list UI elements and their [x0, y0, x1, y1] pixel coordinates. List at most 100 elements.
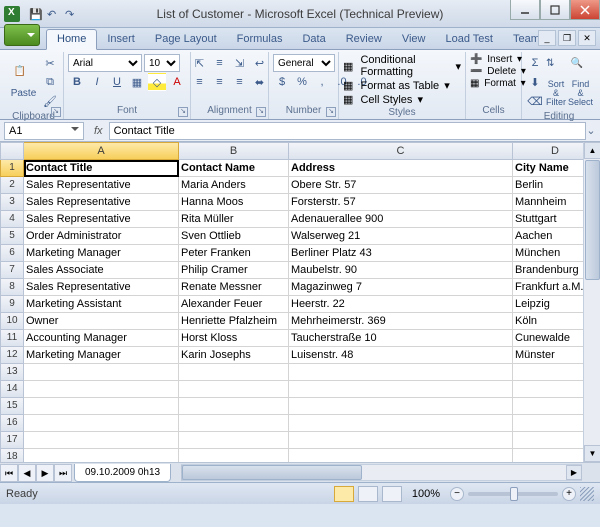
cell[interactable] — [24, 381, 179, 398]
tab-next-button[interactable]: ▶ — [36, 464, 54, 482]
scroll-up-button[interactable]: ▲ — [584, 142, 600, 159]
row-header[interactable]: 4 — [0, 211, 24, 228]
cell[interactable]: Luisenstr. 48 — [289, 347, 513, 364]
number-format-combo[interactable]: General — [273, 54, 335, 72]
cell[interactable]: Sven Ottlieb — [179, 228, 289, 245]
underline-button[interactable]: U — [108, 73, 126, 91]
clipboard-dialog-launcher[interactable]: ↘ — [51, 107, 61, 117]
insert-function-button[interactable]: fx — [88, 125, 109, 137]
expand-formula-bar-button[interactable]: ⌄ — [584, 124, 598, 137]
cell[interactable]: Rita Müller — [179, 211, 289, 228]
cell[interactable]: Adenauerallee 900 — [289, 211, 513, 228]
cell[interactable] — [179, 364, 289, 381]
row-header[interactable]: 17 — [0, 432, 24, 449]
cell[interactable] — [289, 415, 513, 432]
font-size-combo[interactable]: 10 — [144, 54, 180, 72]
cell[interactable]: Contact Title — [24, 160, 179, 177]
cell[interactable]: Sales Representative — [24, 279, 179, 296]
undo-icon[interactable]: ↶ — [46, 7, 60, 21]
font-color-button[interactable]: A — [168, 73, 186, 91]
column-header-B[interactable]: B — [179, 142, 289, 160]
horizontal-scrollbar[interactable]: ◀ ▶ — [181, 464, 582, 481]
row-header[interactable]: 16 — [0, 415, 24, 432]
ribbon-tab-data[interactable]: Data — [292, 30, 335, 49]
cell[interactable] — [289, 449, 513, 462]
delete-cells-button[interactable]: ➖ Delete ▾ — [470, 66, 526, 77]
cell[interactable] — [289, 432, 513, 449]
paste-button[interactable]: 📋 Paste — [8, 57, 39, 107]
row-header[interactable]: 14 — [0, 381, 24, 398]
cell[interactable]: Berliner Platz 43 — [289, 245, 513, 262]
cell[interactable] — [24, 364, 179, 381]
tab-last-button[interactable]: ⏭ — [54, 464, 72, 482]
cell[interactable] — [24, 432, 179, 449]
resize-grip-icon[interactable] — [580, 487, 594, 501]
ribbon-tab-view[interactable]: View — [392, 30, 436, 49]
page-layout-view-button[interactable] — [358, 486, 378, 502]
cell[interactable]: Sales Representative — [24, 211, 179, 228]
cell[interactable]: Horst Kloss — [179, 330, 289, 347]
cell[interactable]: Walserweg 21 — [289, 228, 513, 245]
font-family-combo[interactable]: Arial — [68, 54, 142, 72]
cell[interactable]: Peter Franken — [179, 245, 289, 262]
cell[interactable]: Karin Josephs — [179, 347, 289, 364]
cell[interactable]: Hanna Moos — [179, 194, 289, 211]
cell[interactable] — [179, 381, 289, 398]
cell[interactable]: Maria Anders — [179, 177, 289, 194]
format-cells-button[interactable]: ▦ Format ▾ — [470, 78, 526, 89]
cell[interactable]: Henriette Pfalzheim — [179, 313, 289, 330]
cell[interactable]: Sales Representative — [24, 177, 179, 194]
currency-icon[interactable]: $ — [273, 73, 291, 91]
insert-cells-button[interactable]: ➕ Insert ▾ — [470, 54, 522, 65]
row-header[interactable]: 10 — [0, 313, 24, 330]
close-button[interactable] — [570, 0, 600, 20]
row-header[interactable]: 9 — [0, 296, 24, 313]
row-header[interactable]: 2 — [0, 177, 24, 194]
conditional-formatting-button[interactable]: ▦ Conditional Formatting ▾ — [343, 54, 461, 78]
scroll-down-button[interactable]: ▼ — [584, 445, 600, 462]
ribbon-tab-load-test[interactable]: Load Test — [435, 30, 503, 49]
cell[interactable] — [24, 449, 179, 462]
cell[interactable]: Obere Str. 57 — [289, 177, 513, 194]
alignment-dialog-launcher[interactable]: ↘ — [256, 107, 266, 117]
page-break-view-button[interactable] — [382, 486, 402, 502]
cell[interactable]: Sales Associate — [24, 262, 179, 279]
fill-icon[interactable]: ⬇ — [526, 73, 544, 91]
cell[interactable]: Contact Name — [179, 160, 289, 177]
column-header-C[interactable]: C — [289, 142, 513, 160]
save-icon[interactable]: 💾 — [28, 7, 42, 21]
cell[interactable]: Mehrheimerstr. 369 — [289, 313, 513, 330]
name-box[interactable]: A1 — [4, 122, 84, 140]
italic-button[interactable]: I — [88, 73, 106, 91]
font-dialog-launcher[interactable]: ↘ — [178, 107, 188, 117]
zoom-in-button[interactable]: + — [562, 487, 576, 501]
row-header[interactable]: 18 — [0, 449, 24, 462]
cell[interactable] — [24, 415, 179, 432]
workbook-close-button[interactable]: ✕ — [578, 30, 596, 46]
ribbon-tab-formulas[interactable]: Formulas — [227, 30, 293, 49]
align-top-icon[interactable]: ⇱ — [191, 54, 209, 72]
vertical-scrollbar[interactable]: ▲ ▼ — [583, 142, 600, 462]
cell[interactable]: Heerstr. 22 — [289, 296, 513, 313]
merge-center-icon[interactable]: ⬌ — [251, 73, 269, 91]
cell[interactable]: Marketing Manager — [24, 347, 179, 364]
zoom-slider[interactable] — [468, 492, 558, 496]
cell[interactable] — [289, 364, 513, 381]
copy-icon[interactable]: ⧉ — [41, 73, 59, 91]
row-header[interactable]: 15 — [0, 398, 24, 415]
cell[interactable]: Taucherstraße 10 — [289, 330, 513, 347]
cut-icon[interactable]: ✂ — [41, 54, 59, 72]
cell[interactable] — [179, 415, 289, 432]
workbook-minimize-button[interactable]: _ — [538, 30, 556, 46]
hscroll-thumb[interactable] — [182, 465, 362, 480]
minimize-button[interactable] — [510, 0, 540, 20]
zoom-level[interactable]: 100% — [406, 488, 446, 500]
formula-input[interactable] — [109, 122, 586, 140]
cell[interactable]: Maubelstr. 90 — [289, 262, 513, 279]
clear-icon[interactable]: ⌫ — [526, 92, 544, 110]
cell[interactable] — [289, 381, 513, 398]
file-menu-button[interactable] — [4, 24, 40, 46]
cell[interactable]: Marketing Manager — [24, 245, 179, 262]
cell[interactable]: Alexander Feuer — [179, 296, 289, 313]
row-header[interactable]: 6 — [0, 245, 24, 262]
